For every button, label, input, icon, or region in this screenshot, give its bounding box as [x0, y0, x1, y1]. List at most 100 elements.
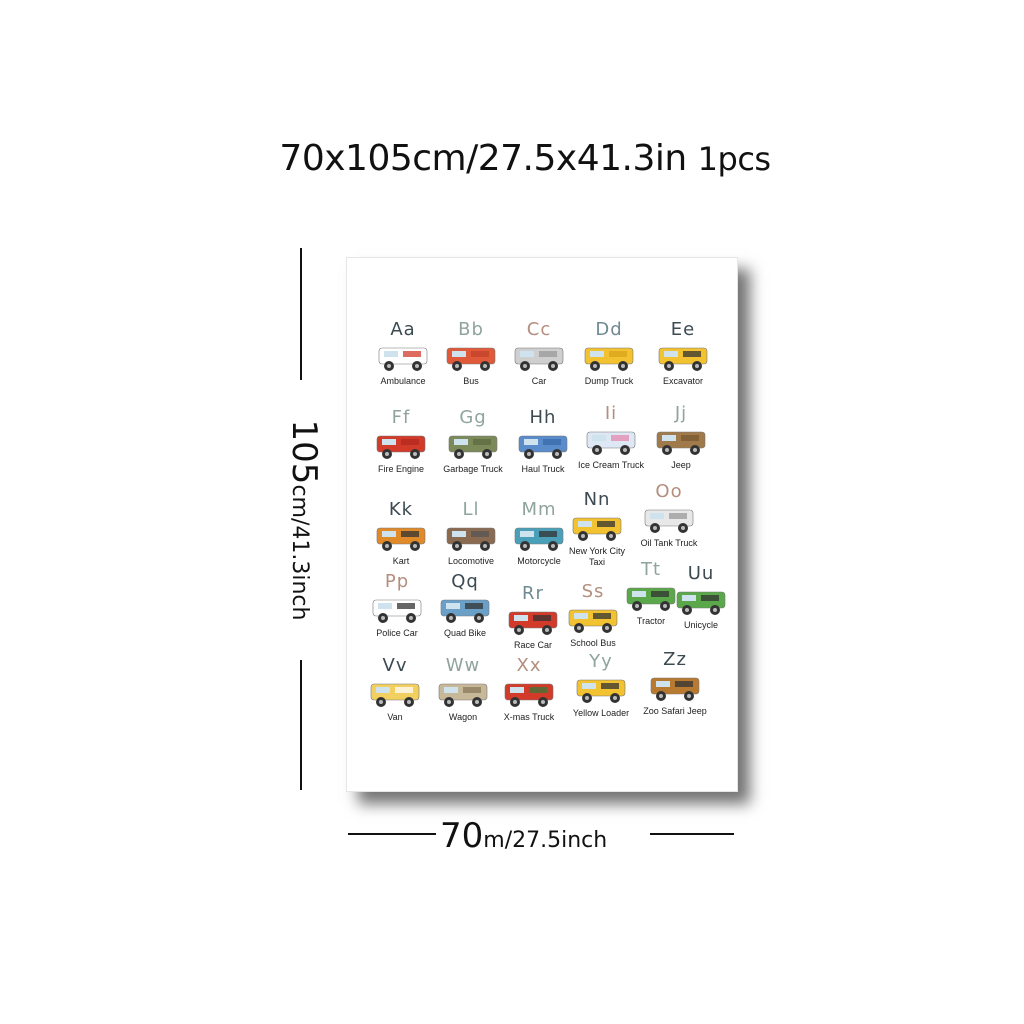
- width-line-right: [650, 833, 734, 835]
- cell-letter: Dd: [595, 319, 623, 340]
- height-line-top: [300, 248, 302, 380]
- width-line-left: [348, 833, 436, 835]
- cell-label: X-mas Truck: [503, 712, 555, 722]
- cell-letter: Pp: [384, 571, 410, 592]
- size-main: 70x105cm/27.5x41.3in: [279, 138, 687, 179]
- alphabet-cell: Jj Jeep: [645, 404, 717, 471]
- alphabet-cell: Qq Quad Bike: [429, 572, 501, 639]
- alphabet-cell: Cc Car: [503, 320, 575, 387]
- wagon-icon: [438, 683, 488, 707]
- width-value: 70: [440, 816, 484, 856]
- fire-engine-icon: [376, 435, 426, 459]
- kart-icon: [376, 527, 426, 551]
- quad-bike-icon: [440, 599, 490, 623]
- xmas-truck-icon: [504, 683, 554, 707]
- cell-letter: Gg: [459, 407, 487, 428]
- alphabet-cell: Ee Excavator: [647, 320, 719, 387]
- cell-letter: Jj: [674, 403, 688, 424]
- cell-label: Ambulance: [380, 376, 426, 386]
- jeep-icon: [656, 431, 706, 455]
- cell-letter: Hh: [529, 407, 557, 428]
- cell-label: Dump Truck: [584, 376, 634, 386]
- cell-letter: Xx: [516, 655, 542, 676]
- loader-icon: [576, 679, 626, 703]
- width-unit: m/27.5inch: [483, 828, 608, 853]
- locomotive-icon: [446, 527, 496, 551]
- cell-letter: Cc: [526, 319, 552, 340]
- alphabet-cell: Zz Zoo Safari Jeep: [639, 650, 711, 717]
- cell-label: Oil Tank Truck: [640, 538, 698, 548]
- cell-letter: Ee: [670, 319, 696, 340]
- oil-tank-truck-icon: [644, 509, 694, 533]
- alphabet-cell: Vv Van: [359, 656, 431, 723]
- cell-label: Bus: [463, 376, 479, 386]
- alphabet-cell: Ff Fire Engine: [365, 408, 437, 475]
- bus-icon: [446, 347, 496, 371]
- car-icon: [514, 347, 564, 371]
- cell-label: School Bus: [570, 638, 616, 648]
- cell-letter: Uu: [687, 563, 715, 584]
- cell-letter: Kk: [388, 499, 414, 520]
- cell-letter: Ii: [604, 403, 618, 424]
- cell-label: Van: [387, 712, 403, 722]
- height-label: 105cm/41.3inch: [284, 370, 324, 670]
- cell-label: Wagon: [448, 712, 478, 722]
- alphabet-cell: Ll Locomotive: [435, 500, 507, 567]
- police-car-icon: [372, 599, 422, 623]
- alphabet-cell: Yy Yellow Loader: [565, 652, 637, 719]
- cell-label: Jeep: [671, 460, 691, 470]
- ambulance-icon: [378, 347, 428, 371]
- excavator-icon: [658, 347, 708, 371]
- school-bus-icon: [568, 609, 618, 633]
- cell-label: Kart: [392, 556, 410, 566]
- cell-letter: Qq: [451, 571, 479, 592]
- cell-label: Quad Bike: [443, 628, 487, 638]
- cell-letter: Ll: [462, 499, 480, 520]
- alphabet-cell: Pp Police Car: [361, 572, 433, 639]
- ice-cream-truck-icon: [586, 431, 636, 455]
- safari-jeep-icon: [650, 677, 700, 701]
- cell-letter: Bb: [458, 319, 484, 340]
- cell-letter: Vv: [382, 655, 408, 676]
- width-label: 70m/27.5inch: [440, 816, 607, 856]
- motorcycle-icon: [514, 527, 564, 551]
- alphabet-cell: Ww Wagon: [427, 656, 499, 723]
- alphabet-cell: Uu Unicycle: [665, 564, 737, 631]
- alphabet-cell: Hh Haul Truck: [507, 408, 579, 475]
- alphabet-poster: Aa Ambulance Bb Bus Cc Car Dd Dump Truck Ee Excav…: [346, 257, 738, 792]
- cell-letter: Nn: [583, 489, 611, 510]
- cell-letter: Aa: [390, 319, 416, 340]
- cell-letter: Zz: [663, 649, 687, 670]
- cell-label: Haul Truck: [521, 464, 565, 474]
- cell-label: Unicycle: [683, 620, 718, 630]
- alphabet-cell: Ii Ice Cream Truck: [575, 404, 647, 471]
- cell-letter: Ff: [391, 407, 411, 428]
- haul-truck-icon: [518, 435, 568, 459]
- alphabet-cell: Gg Garbage Truck: [437, 408, 509, 475]
- cell-label: Garbage Truck: [443, 464, 503, 474]
- alphabet-cell: Dd Dump Truck: [573, 320, 645, 387]
- cell-label: Yellow Loader: [572, 708, 630, 718]
- cell-letter: Ww: [445, 655, 481, 676]
- cell-label: Excavator: [662, 376, 704, 386]
- height-value: 105: [284, 419, 324, 485]
- alphabet-cell: Xx X-mas Truck: [493, 656, 565, 723]
- cell-letter: Oo: [655, 481, 683, 502]
- cell-label: Ice Cream Truck: [577, 460, 644, 470]
- garbage-truck-icon: [448, 435, 498, 459]
- alphabet-cell: Nn New York City Taxi: [561, 490, 633, 568]
- cell-label: Fire Engine: [377, 464, 425, 474]
- alphabet-cell: Oo Oil Tank Truck: [633, 482, 705, 549]
- race-car-icon: [508, 611, 558, 635]
- size-quantity: 1pcs: [697, 140, 771, 178]
- alphabet-cell: Bb Bus: [435, 320, 507, 387]
- dump-truck-icon: [584, 347, 634, 371]
- cell-label: Police Car: [376, 628, 418, 638]
- height-unit: cm/41.3inch: [287, 484, 312, 621]
- van-icon: [370, 683, 420, 707]
- alphabet-cell: Aa Ambulance: [367, 320, 439, 387]
- height-line-bottom: [300, 660, 302, 790]
- size-title: 70x105cm/27.5x41.3in 1pcs: [0, 138, 1024, 179]
- alphabet-cell: Kk Kart: [365, 500, 437, 567]
- cell-label: Locomotive: [447, 556, 495, 566]
